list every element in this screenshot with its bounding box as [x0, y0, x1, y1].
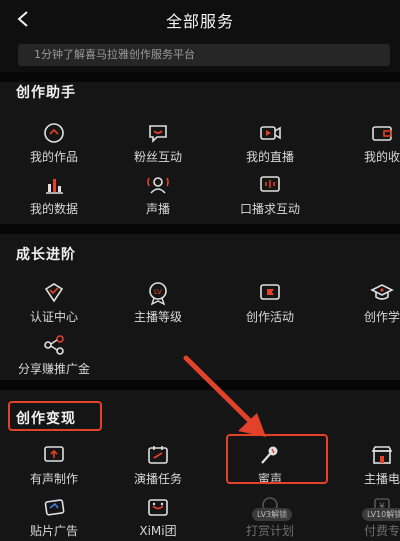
item-paid-column[interactable]: ¥ LV10解锁 付费专	[334, 494, 400, 541]
level-badge-icon: LV	[149, 282, 167, 306]
item-label: 声播	[145, 202, 170, 216]
share-icon	[44, 335, 64, 355]
wallet-icon	[372, 126, 392, 141]
item-voice-interaction[interactable]: 口播求互动	[222, 172, 318, 224]
unlock-badge: LV10解锁	[362, 508, 400, 521]
item-certification[interactable]: 认证中心	[6, 280, 102, 332]
item-voice-broadcast[interactable]: 声播	[110, 172, 206, 224]
item-label: 主播等级	[133, 310, 182, 324]
certificate-icon	[44, 283, 64, 303]
item-my-income[interactable]: 我的收	[334, 120, 400, 172]
item-creation-academy[interactable]: 创作学	[334, 280, 400, 332]
item-label: 付费专	[363, 524, 400, 538]
item-label: 演播任务	[133, 472, 182, 486]
item-label: 我的数据	[29, 202, 78, 216]
highlight-box-mi-sheng	[226, 434, 328, 484]
item-label: 创作活动	[245, 310, 294, 324]
section-divider	[0, 72, 400, 82]
item-label: 认证中心	[29, 310, 78, 324]
shop-icon	[371, 446, 393, 464]
calendar-task-icon	[148, 446, 168, 464]
item-label: 口播求互动	[239, 202, 300, 216]
item-label: 粉丝互动	[133, 150, 182, 164]
item-creation-activity[interactable]: 创作活动	[222, 280, 318, 332]
upload-screen-icon	[44, 446, 64, 462]
ad-card-icon	[44, 499, 65, 516]
item-ximi-group[interactable]: XiMi团	[110, 494, 206, 541]
item-my-data[interactable]: 我的数据	[6, 172, 102, 224]
item-host-level[interactable]: LV 主播等级	[110, 280, 206, 332]
item-audio-production[interactable]: 有声制作	[6, 442, 102, 494]
item-patch-ad[interactable]: 贴片广告	[6, 494, 102, 541]
item-my-live[interactable]: 我的直播	[222, 120, 318, 172]
bar-chart-icon	[46, 179, 63, 194]
item-tip-plan[interactable]: LV3解锁 打赏计划	[222, 494, 318, 541]
item-narration-task[interactable]: 演播任务	[110, 442, 206, 494]
item-host-shop[interactable]: 主播电	[334, 442, 400, 494]
item-label: 有声制作	[29, 472, 78, 486]
section-divider	[0, 380, 400, 390]
section-title: 创作助手	[16, 85, 76, 101]
back-button[interactable]	[10, 6, 36, 32]
intro-banner[interactable]: 1分钟了解喜马拉雅创作服务平台	[18, 44, 390, 66]
highlight-box-title	[8, 401, 102, 431]
svg-text:LV: LV	[154, 288, 162, 296]
graduation-cap-icon	[370, 284, 394, 300]
item-share-promotion[interactable]: 分享赚推广金	[2, 332, 106, 384]
item-label: 我的直播	[245, 150, 294, 164]
chat-heart-icon	[149, 125, 167, 143]
voice-person-icon	[147, 177, 169, 194]
back-icon	[17, 11, 28, 27]
item-label: 分享赚推广金	[17, 362, 90, 376]
section-growth: 成长进阶 认证中心 LV 主播等级 创作活动 创作学 分享赚推广金	[0, 234, 400, 380]
section-monetization: 创作变现 有声制作 演播任务 蜜声 主播电 贴片广告 XiMi团 LV3解锁 打…	[0, 390, 400, 541]
mic-screen-icon	[260, 176, 280, 192]
top-bar: 全部服务	[0, 0, 400, 40]
section-creation-assistant: 创作助手 我的作品 粉丝互动 我的直播 我的收 我的数据 声播 口播求互动	[0, 82, 400, 224]
item-my-works[interactable]: 我的作品	[6, 120, 102, 172]
unlock-badge: LV3解锁	[252, 508, 293, 521]
item-label: 创作学	[363, 310, 400, 324]
item-label: 主播电	[363, 472, 400, 486]
item-label: XiMi团	[139, 524, 177, 538]
group-icon	[148, 499, 168, 516]
item-label: 打赏计划	[245, 524, 294, 538]
music-disc-icon	[44, 123, 64, 143]
item-label: 贴片广告	[29, 524, 78, 538]
page-title: 全部服务	[165, 12, 234, 31]
item-fan-interaction[interactable]: 粉丝互动	[110, 120, 206, 172]
flag-icon	[260, 284, 280, 300]
video-camera-icon	[260, 126, 281, 140]
section-title: 成长进阶	[16, 247, 76, 263]
item-label: 我的作品	[29, 150, 78, 164]
section-divider	[0, 224, 400, 234]
item-label: 我的收	[363, 150, 400, 164]
